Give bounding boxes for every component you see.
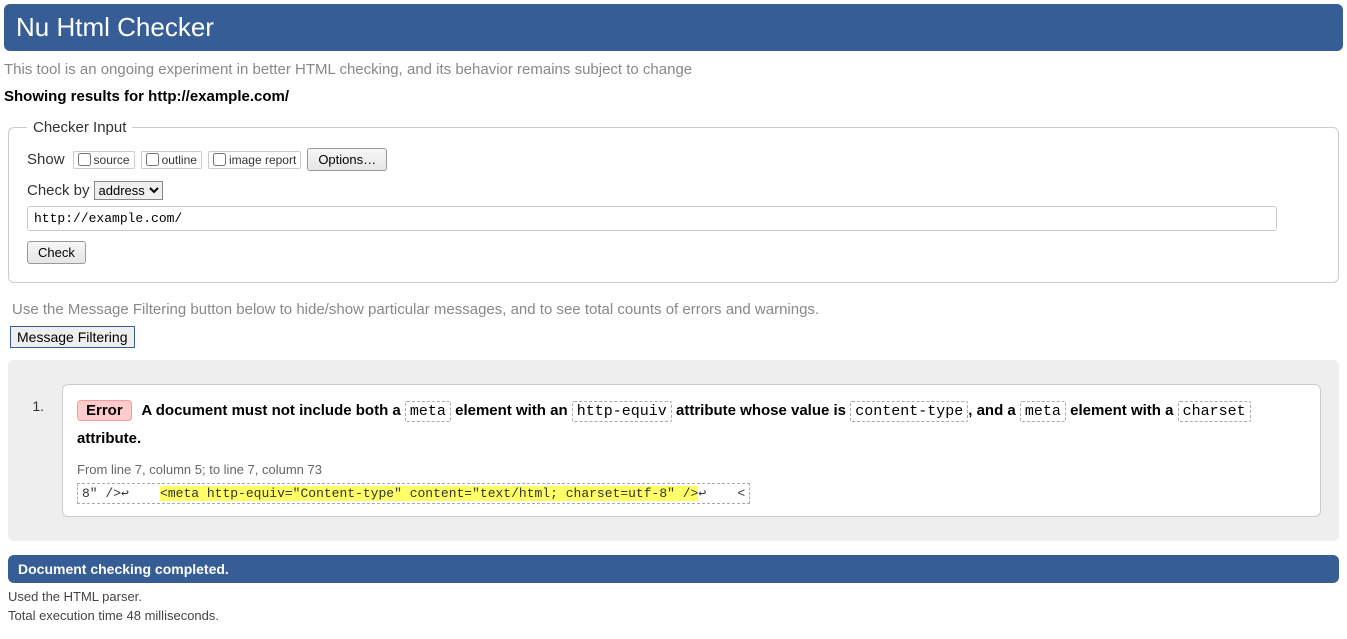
outline-checkbox[interactable] xyxy=(146,153,159,166)
msg-part-2: element with an xyxy=(451,402,572,419)
options-button[interactable]: Options… xyxy=(307,148,387,171)
page-title: Nu Html Checker xyxy=(16,12,1331,43)
result-box: Error A document must not include both a… xyxy=(62,384,1321,517)
extract-pre: 8" />↩ xyxy=(82,486,160,501)
msg-part-1: A document must not include both a xyxy=(141,402,405,419)
error-badge: Error xyxy=(77,400,132,421)
code-content-type: content-type xyxy=(850,401,968,422)
image-report-checkbox-label[interactable]: image report xyxy=(208,151,301,169)
code-meta-1: meta xyxy=(405,401,451,422)
source-checkbox[interactable] xyxy=(78,153,91,166)
code-meta-2: meta xyxy=(1020,401,1066,422)
results-panel: 1. Error A document must not include bot… xyxy=(8,360,1339,541)
message-filtering-button[interactable]: Message Filtering xyxy=(10,326,135,348)
image-report-checkbox[interactable] xyxy=(213,153,226,166)
extract-post: ↩ < xyxy=(698,486,745,501)
source-text: source xyxy=(94,153,130,167)
result-item: 1. Error A document must not include bot… xyxy=(26,384,1321,517)
completed-bar: Document checking completed. xyxy=(8,555,1339,583)
execution-time: Total execution time 48 milliseconds. xyxy=(8,608,1339,623)
show-label: Show xyxy=(27,151,65,168)
result-number: 1. xyxy=(26,384,44,414)
checker-input-fieldset: Checker Input Show source outline image … xyxy=(8,119,1339,283)
parser-info: Used the HTML parser. xyxy=(8,589,1339,604)
image-report-text: image report xyxy=(229,153,296,167)
showing-results: Showing results for http://example.com/ xyxy=(4,88,1343,105)
checker-legend: Checker Input xyxy=(27,119,132,136)
error-message: Error A document must not include both a… xyxy=(77,397,1306,452)
check-by-select[interactable]: address xyxy=(94,181,163,200)
extract-highlight: <meta http-equiv="Content-type" content=… xyxy=(160,486,698,501)
outline-checkbox-label[interactable]: outline xyxy=(141,151,202,169)
msg-part-5: element with a xyxy=(1066,402,1178,419)
intro-text: This tool is an ongoing experiment in be… xyxy=(4,61,1343,78)
page-header: Nu Html Checker xyxy=(4,4,1343,51)
show-row: Show source outline image report Options… xyxy=(27,148,1320,171)
check-button[interactable]: Check xyxy=(27,241,86,264)
outline-text: outline xyxy=(162,153,197,167)
source-extract: 8" />↩ <meta http-equiv="Content-type" c… xyxy=(77,483,750,504)
filter-hint: Use the Message Filtering button below t… xyxy=(12,301,1335,318)
msg-part-3: attribute whose value is xyxy=(672,402,850,419)
msg-part-6: attribute. xyxy=(77,430,141,447)
check-by-row: Check by address xyxy=(27,181,1320,200)
error-location: From line 7, column 5; to line 7, column… xyxy=(77,462,1306,477)
msg-part-4: , and a xyxy=(968,402,1020,419)
code-http-equiv: http-equiv xyxy=(572,401,672,422)
code-charset: charset xyxy=(1178,401,1251,422)
url-input[interactable] xyxy=(27,206,1277,231)
check-by-label: Check by xyxy=(27,182,90,199)
source-checkbox-label[interactable]: source xyxy=(73,151,135,169)
